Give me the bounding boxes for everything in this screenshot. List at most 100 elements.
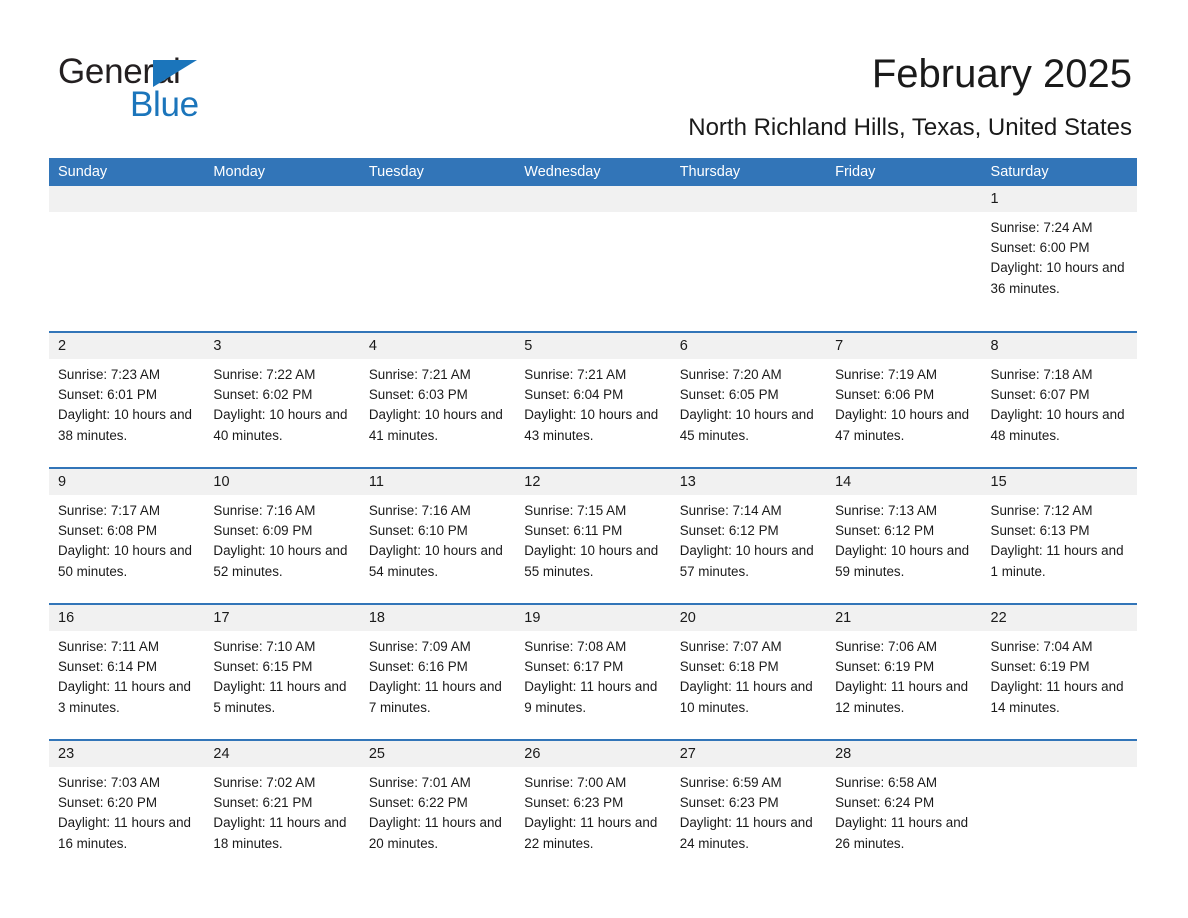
- calendar-day-cell[interactable]: 17 Sunrise: 7:10 AM Sunset: 6:15 PM Dayligh…: [204, 605, 360, 739]
- calendar-day-cell-empty: [359, 186, 516, 331]
- day-details: Sunrise: 7:04 AM Sunset: 6:19 PM Daylight:…: [982, 631, 1137, 718]
- day-number-band: [515, 186, 671, 212]
- day-number-band: 26: [515, 741, 671, 767]
- calendar-day-cell[interactable]: 10 Sunrise: 7:16 AM Sunset: 6:09 PM Dayligh…: [204, 469, 360, 603]
- sunrise-text: Sunrise: 7:22 AM: [213, 367, 316, 382]
- day-number: 15: [990, 474, 1007, 490]
- calendar-day-cell-empty: [49, 186, 205, 331]
- day-number: 25: [368, 746, 385, 762]
- sunrise-text: Sunrise: 7:16 AM: [368, 503, 471, 518]
- sunrise-text: Sunrise: 7:16 AM: [213, 503, 316, 518]
- day-number-band: 23: [49, 741, 205, 767]
- day-number-band: 20: [670, 605, 827, 631]
- sunrise-text: Sunrise: 7:02 AM: [213, 775, 316, 790]
- daylight-text: Daylight: 11 hours and 12 minutes.: [835, 679, 969, 715]
- day-number-band: 7: [826, 333, 982, 359]
- sunrise-text: Sunrise: 7:23 AM: [58, 367, 160, 382]
- day-details: Sunrise: 7:08 AM Sunset: 6:17 PM Daylight:…: [515, 631, 670, 718]
- sunset-text: Sunset: 6:12 PM: [835, 523, 935, 539]
- day-number: 12: [524, 474, 541, 490]
- day-details: Sunrise: 7:14 AM Sunset: 6:12 PM Daylight:…: [671, 495, 826, 582]
- day-number-band: [359, 186, 516, 212]
- calendar-day-cell[interactable]: 12 Sunrise: 7:15 AM Sunset: 6:11 PM Dayligh…: [515, 469, 671, 603]
- sunrise-text: Sunrise: 7:20 AM: [679, 367, 782, 382]
- calendar-weeks: 1 Sunrise: 7:24 AM Sunset: 6:00 PM Daylight…: [49, 186, 1137, 875]
- day-number: 20: [679, 610, 696, 626]
- day-number: 1: [990, 191, 999, 207]
- sunrise-text: Sunrise: 7:12 AM: [990, 503, 1093, 518]
- day-details: Sunrise: 7:22 AM Sunset: 6:02 PM Daylight:…: [204, 359, 359, 446]
- calendar-day-cell[interactable]: 11 Sunrise: 7:16 AM Sunset: 6:10 PM Dayligh…: [359, 469, 516, 603]
- day-number-band: [670, 186, 827, 212]
- sunset-text: Sunset: 6:21 PM: [213, 795, 313, 811]
- calendar-day-cell[interactable]: 8 Sunrise: 7:18 AM Sunset: 6:07 PM Daylight…: [981, 333, 1137, 467]
- day-number: 23: [58, 746, 75, 762]
- calendar-day-cell[interactable]: 24 Sunrise: 7:02 AM Sunset: 6:21 PM Dayligh…: [204, 741, 360, 875]
- calendar-day-cell[interactable]: 6 Sunrise: 7:20 AM Sunset: 6:05 PM Daylight…: [670, 333, 827, 467]
- sunset-text: Sunset: 6:20 PM: [58, 795, 157, 811]
- day-details: Sunrise: 7:02 AM Sunset: 6:21 PM Daylight:…: [204, 767, 359, 854]
- day-number: 9: [58, 474, 67, 490]
- calendar-day-cell[interactable]: 19 Sunrise: 7:08 AM Sunset: 6:17 PM Dayligh…: [515, 605, 671, 739]
- calendar-week-row: 16 Sunrise: 7:11 AM Sunset: 6:14 PM Dayligh…: [49, 605, 1137, 741]
- calendar-day-cell[interactable]: 18 Sunrise: 7:09 AM Sunset: 6:16 PM Dayligh…: [359, 605, 516, 739]
- day-number-band: 3: [204, 333, 360, 359]
- calendar-day-cell[interactable]: 2 Sunrise: 7:23 AM Sunset: 6:01 PM Daylight…: [49, 333, 205, 467]
- daylight-text: Daylight: 11 hours and 1 minute.: [990, 543, 1124, 579]
- daylight-text: Daylight: 11 hours and 5 minutes.: [213, 679, 347, 715]
- daylight-text: Daylight: 10 hours and 45 minutes.: [679, 407, 814, 443]
- sunrise-text: Sunrise: 7:13 AM: [835, 503, 938, 518]
- calendar-day-cell[interactable]: 26 Sunrise: 7:00 AM Sunset: 6:23 PM Dayligh…: [515, 741, 671, 875]
- day-number-band: 15: [981, 469, 1137, 495]
- calendar-day-cell[interactable]: 16 Sunrise: 7:11 AM Sunset: 6:14 PM Dayligh…: [49, 605, 205, 739]
- calendar-day-cell[interactable]: 13 Sunrise: 7:14 AM Sunset: 6:12 PM Dayligh…: [670, 469, 827, 603]
- day-number-band: 8: [981, 333, 1137, 359]
- sunrise-text: Sunrise: 7:11 AM: [58, 639, 159, 654]
- calendar-day-cell[interactable]: 1 Sunrise: 7:24 AM Sunset: 6:00 PM Daylight…: [981, 186, 1137, 331]
- weekday-header-friday: Friday: [835, 164, 876, 180]
- day-number-band: 14: [826, 469, 982, 495]
- weekday-header-row: Sunday Monday Tuesday Wednesday Thursday Frid…: [49, 158, 1137, 186]
- day-details: Sunrise: 7:21 AM Sunset: 6:04 PM Daylight:…: [515, 359, 670, 446]
- daylight-text: Daylight: 10 hours and 36 minutes.: [990, 260, 1125, 296]
- calendar-day-cell[interactable]: 27 Sunrise: 6:59 AM Sunset: 6:23 PM Dayligh…: [670, 741, 827, 875]
- day-number: 16: [58, 610, 75, 626]
- calendar-day-cell[interactable]: 3 Sunrise: 7:22 AM Sunset: 6:02 PM Daylight…: [204, 333, 360, 467]
- day-number: 11: [368, 474, 384, 490]
- day-number-band: 11: [359, 469, 516, 495]
- calendar-week-row: 1 Sunrise: 7:24 AM Sunset: 6:00 PM Daylight…: [49, 186, 1137, 333]
- calendar-day-cell[interactable]: 9 Sunrise: 7:17 AM Sunset: 6:08 PM Daylight…: [49, 469, 205, 603]
- sunrise-text: Sunrise: 7:01 AM: [368, 775, 471, 790]
- calendar-day-cell[interactable]: 21 Sunrise: 7:06 AM Sunset: 6:19 PM Dayligh…: [826, 605, 982, 739]
- day-details: Sunrise: 7:24 AM Sunset: 6:00 PM Daylight:…: [982, 212, 1137, 299]
- calendar-day-cell[interactable]: 7 Sunrise: 7:19 AM Sunset: 6:06 PM Daylight…: [826, 333, 982, 467]
- sunrise-text: Sunrise: 7:08 AM: [524, 639, 627, 654]
- calendar-day-cell[interactable]: 15 Sunrise: 7:12 AM Sunset: 6:13 PM Dayligh…: [981, 469, 1137, 603]
- weekday-header-sunday: Sunday: [58, 164, 108, 180]
- calendar-day-cell[interactable]: 5 Sunrise: 7:21 AM Sunset: 6:04 PM Daylight…: [515, 333, 671, 467]
- daylight-text: Daylight: 11 hours and 26 minutes.: [835, 815, 969, 851]
- sunrise-text: Sunrise: 7:09 AM: [368, 639, 471, 654]
- day-details: Sunrise: 7:01 AM Sunset: 6:22 PM Daylight:…: [360, 767, 515, 854]
- sunrise-text: Sunrise: 7:17 AM: [58, 503, 160, 518]
- day-number: 24: [213, 746, 230, 762]
- calendar-day-cell[interactable]: 14 Sunrise: 7:13 AM Sunset: 6:12 PM Dayligh…: [826, 469, 982, 603]
- sunset-text: Sunset: 6:07 PM: [990, 387, 1090, 403]
- calendar-day-cell[interactable]: 28 Sunrise: 6:58 AM Sunset: 6:24 PM Dayligh…: [826, 741, 982, 875]
- calendar-day-cell[interactable]: 4 Sunrise: 7:21 AM Sunset: 6:03 PM Daylight…: [359, 333, 516, 467]
- day-details: Sunrise: 7:03 AM Sunset: 6:20 PM Daylight:…: [49, 767, 204, 854]
- sunrise-text: Sunrise: 7:15 AM: [524, 503, 627, 518]
- day-details: Sunrise: 7:16 AM Sunset: 6:10 PM Daylight:…: [360, 495, 515, 582]
- calendar-day-cell[interactable]: 20 Sunrise: 7:07 AM Sunset: 6:18 PM Dayligh…: [670, 605, 827, 739]
- day-number: 18: [368, 610, 385, 626]
- sunrise-text: Sunrise: 7:04 AM: [990, 639, 1093, 654]
- calendar-day-cell[interactable]: 22 Sunrise: 7:04 AM Sunset: 6:19 PM Dayligh…: [981, 605, 1137, 739]
- sunset-text: Sunset: 6:18 PM: [679, 659, 779, 675]
- sunset-text: Sunset: 6:22 PM: [368, 795, 468, 811]
- day-number-band: 21: [826, 605, 982, 631]
- calendar-day-cell[interactable]: 25 Sunrise: 7:01 AM Sunset: 6:22 PM Dayligh…: [359, 741, 516, 875]
- day-number-band: 24: [204, 741, 360, 767]
- calendar-day-cell[interactable]: 23 Sunrise: 7:03 AM Sunset: 6:20 PM Dayligh…: [49, 741, 205, 875]
- sunset-text: Sunset: 6:13 PM: [990, 523, 1090, 539]
- daylight-text: Daylight: 10 hours and 47 minutes.: [835, 407, 970, 443]
